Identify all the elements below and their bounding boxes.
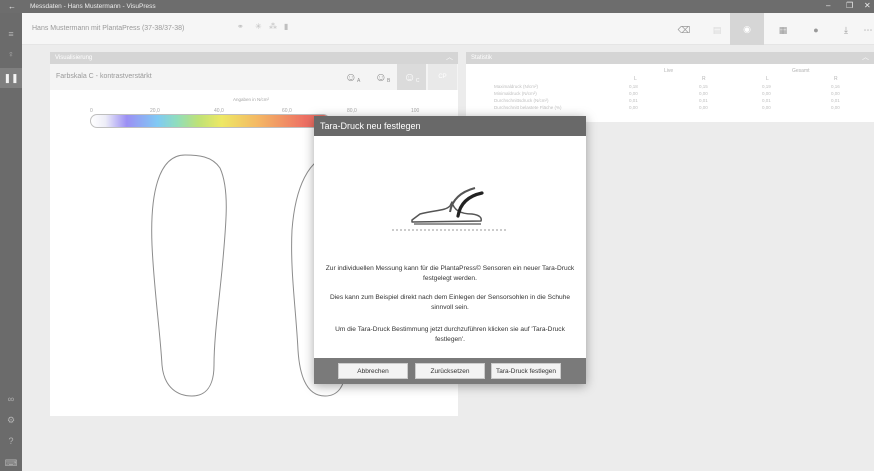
tara-dialog: Tara-Druck neu festlegen Zur individuell… (314, 116, 586, 384)
dialog-footer: Abbrechen Zurücksetzen Tara-Druck festle… (314, 358, 586, 384)
shoe-calibration-icon (392, 187, 508, 231)
dialog-paragraph: Zur individuellen Messung kann für die P… (325, 265, 575, 282)
dialog-paragraph: Um die Tara-Druck Bestimmung jetzt durch… (335, 326, 565, 343)
cancel-button[interactable]: Abbrechen (338, 363, 408, 379)
set-tara-button[interactable]: Tara-Druck festlegen (491, 363, 561, 379)
dialog-title: Tara-Druck neu festlegen (314, 116, 586, 136)
reset-button[interactable]: Zurücksetzen (415, 363, 485, 379)
dialog-paragraph: Dies kann zum Beispiel direkt nach dem E… (329, 294, 571, 311)
